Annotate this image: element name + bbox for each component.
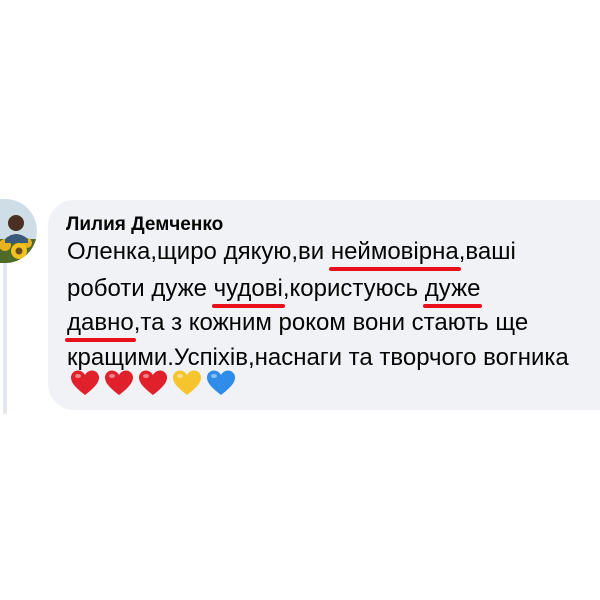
- text-segment: Оленка,щиро дякую,ви: [67, 238, 331, 265]
- red-heart-icon: [105, 370, 133, 395]
- underlined-word: давно: [65, 309, 136, 342]
- emoji-row: [70, 369, 236, 397]
- text-segment: кращими.Успіхів,наснаги та творчого вогн…: [67, 344, 569, 371]
- underlined-word: дуже: [422, 275, 483, 308]
- text-segment: ,та з кожним роком вони стають ще: [133, 309, 529, 336]
- sunflower-photo: [0, 199, 37, 263]
- comment-text-line: кращими.Успіхів,наснаги та творчого вогн…: [67, 344, 569, 372]
- underlined-word: неймовірна: [328, 238, 461, 271]
- blue-heart-icon: [207, 370, 235, 395]
- yellow-heart-icon: [173, 370, 201, 395]
- red-heart-icon: [71, 370, 99, 395]
- text-segment: ,ваші: [458, 238, 516, 265]
- comment-text-line: роботи дуже чудові,користуюсь дуже: [67, 275, 483, 308]
- red-heart-icon: [139, 370, 167, 395]
- comment-text-line: Оленка,щиро дякую,ви неймовірна,ваші: [67, 238, 516, 271]
- avatar[interactable]: [0, 199, 37, 263]
- text-segment: роботи дуже: [67, 275, 214, 302]
- underlined-word: чудові: [211, 275, 285, 308]
- text-segment: ,користуюсь: [282, 275, 425, 302]
- comment-author[interactable]: Лилия Демченко: [66, 214, 223, 236]
- comment-text-line: давно,та з кожним роком вони стають ще: [65, 309, 529, 342]
